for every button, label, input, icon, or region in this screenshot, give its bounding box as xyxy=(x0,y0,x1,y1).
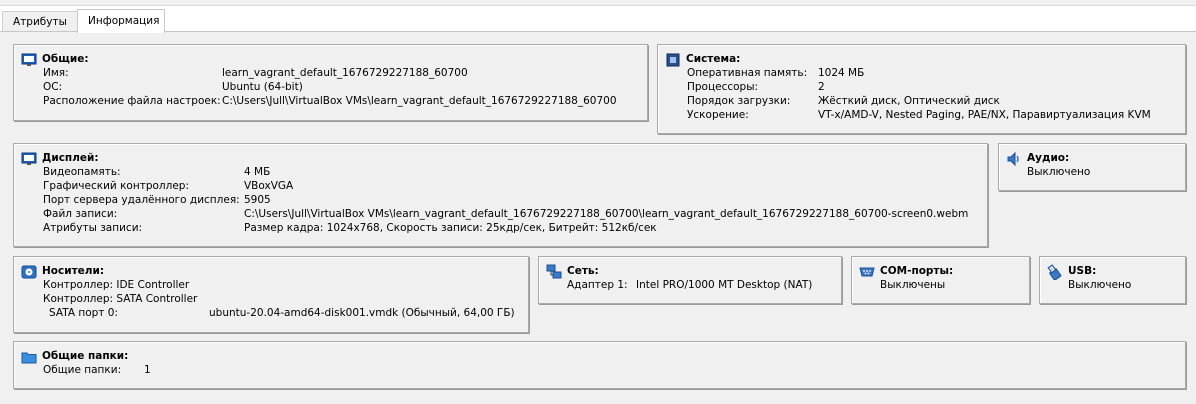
display-record-file-label: Файл записи: xyxy=(43,208,118,220)
display-remote-port-label: Порт сервера удалённого дисплея: xyxy=(43,194,240,206)
details-pane: Общие: Имя: learn_vagrant_default_167672… xyxy=(0,31,1196,404)
display-record-attributes-value: Размер кадра: 1024x768, Скорость записи:… xyxy=(244,222,657,234)
display-record-attributes-label: Атрибуты записи: xyxy=(43,222,143,234)
tab-information[interactable]: Информация xyxy=(77,9,165,33)
general-os-value: Ubuntu (64-bit) xyxy=(222,81,303,93)
display-video-memory-label: Видеопамять: xyxy=(43,166,121,178)
com-ports-value: Выключены xyxy=(880,279,946,291)
general-name-label: Имя: xyxy=(43,67,69,79)
chip-icon xyxy=(666,53,680,67)
network-icon xyxy=(546,264,562,279)
system-cpu-label: Процессоры: xyxy=(687,81,759,93)
storage-controller-sata: Контроллер: SATA Controller xyxy=(43,293,198,305)
shared-folders-panel: Общие папки: Общие папки: 1 xyxy=(13,341,1186,389)
system-boot-order-value: Жёсткий диск, Оптический диск xyxy=(818,95,1000,107)
display-icon xyxy=(21,152,37,165)
general-name-value: learn_vagrant_default_1676729227188_6070… xyxy=(222,67,468,79)
audio-panel: Аудио: Выключено xyxy=(998,143,1186,191)
general-panel: Общие: Имя: learn_vagrant_default_167672… xyxy=(13,44,648,121)
network-adapter-value: Intel PRO/1000 MT Desktop (NAT) xyxy=(636,279,813,291)
general-title: Общие: xyxy=(42,53,89,65)
com-ports-panel: COM-порты: Выключены xyxy=(851,256,1030,304)
storage-controller-ide: Контроллер: IDE Controller xyxy=(43,279,190,291)
audio-title: Аудио: xyxy=(1027,152,1070,164)
system-cpu-value: 2 xyxy=(818,81,825,93)
shared-folders-count-value: 1 xyxy=(144,364,151,376)
monitor-icon xyxy=(21,53,37,66)
general-settings-path-value: C:\Users\Jull\VirtualBox VMs\learn_vagra… xyxy=(222,95,617,107)
usb-panel: USB: Выключено xyxy=(1039,256,1186,304)
tab-attributes[interactable]: Атрибуты xyxy=(2,11,80,32)
usb-value: Выключено xyxy=(1068,279,1132,291)
general-settings-path-label: Расположение файла настроек: xyxy=(43,95,221,107)
shared-folders-count-label: Общие папки: xyxy=(43,364,122,376)
disk-icon xyxy=(21,265,37,279)
storage-title: Носители: xyxy=(42,265,105,277)
system-ram-label: Оперативная память: xyxy=(687,67,808,79)
window-top-strip xyxy=(0,0,1196,6)
display-remote-port-value: 5905 xyxy=(244,194,271,206)
storage-sata-port-label: SATA порт 0: xyxy=(49,307,118,319)
display-graphics-controller-label: Графический контроллер: xyxy=(43,180,189,192)
shared-folders-title: Общие папки: xyxy=(42,350,129,362)
tab-bar: Атрибуты Информация xyxy=(0,9,1196,33)
folder-icon xyxy=(21,352,37,364)
speaker-icon xyxy=(1007,151,1019,167)
system-boot-order-label: Порядок загрузки: xyxy=(687,95,791,107)
storage-sata-port-value: ubuntu-20.04-amd64-disk001.vmdk (Обычный… xyxy=(209,307,515,319)
storage-panel: Носители: Контроллер: IDE Controller Кон… xyxy=(13,256,529,333)
system-ram-value: 1024 МБ xyxy=(818,67,865,79)
network-title: Сеть: xyxy=(567,265,599,277)
usb-title: USB: xyxy=(1068,265,1097,277)
network-adapter-label: Адаптер 1: xyxy=(567,279,628,291)
display-panel: Дисплей: Видеопамять: 4 МБ Графический к… xyxy=(13,143,988,247)
general-os-label: ОС: xyxy=(43,81,63,93)
system-title: Система: xyxy=(686,53,741,65)
display-graphics-controller-value: VBoxVGA xyxy=(244,180,294,192)
com-ports-title: COM-порты: xyxy=(880,265,954,277)
system-acceleration-label: Ускорение: xyxy=(687,109,749,121)
system-acceleration-value: VT-x/AMD-V, Nested Paging, PAE/NX, Парав… xyxy=(818,109,1151,121)
audio-value: Выключено xyxy=(1027,166,1091,178)
system-panel: Система: Оперативная память: 1024 МБ Про… xyxy=(657,44,1186,134)
display-title: Дисплей: xyxy=(42,152,99,164)
display-video-memory-value: 4 МБ xyxy=(244,166,271,178)
display-record-file-value: C:\Users\Jull\VirtualBox VMs\learn_vagra… xyxy=(244,208,969,220)
serial-port-icon xyxy=(859,267,875,277)
network-panel: Сеть: Адаптер 1: Intel PRO/1000 MT Deskt… xyxy=(538,256,842,304)
usb-icon xyxy=(1047,264,1062,280)
